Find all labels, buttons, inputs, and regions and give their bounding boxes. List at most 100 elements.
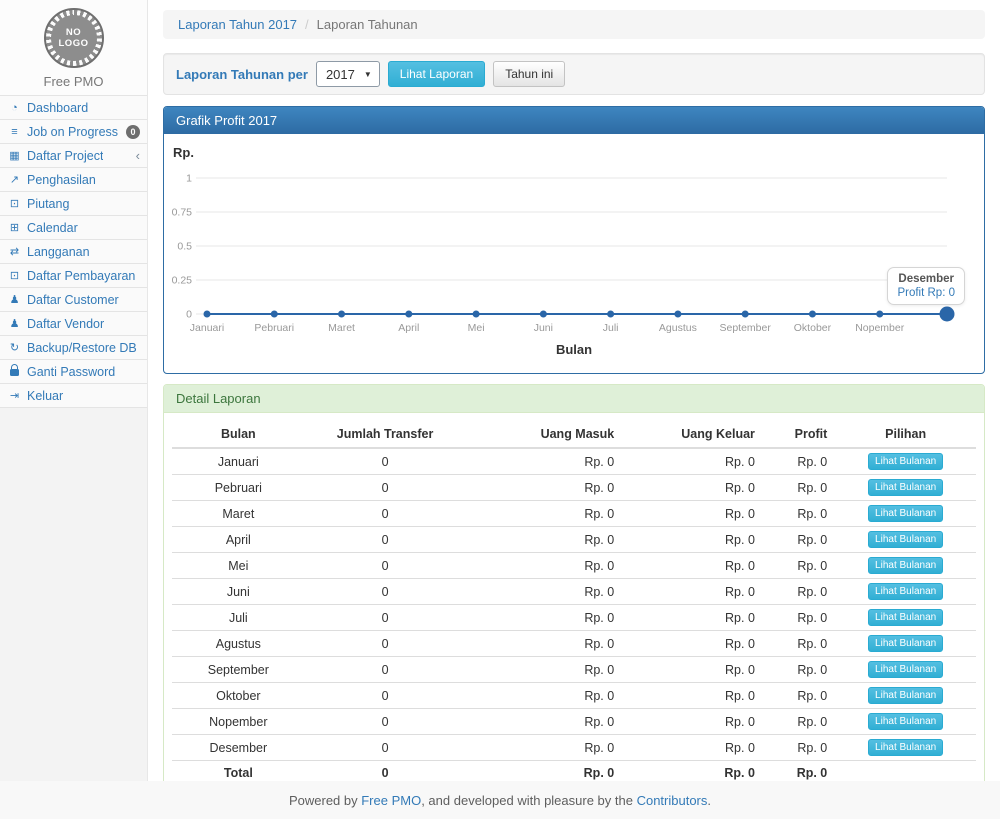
cell-uang-keluar: Rp. 0	[622, 553, 763, 579]
cell-uang-masuk: Rp. 0	[465, 605, 622, 631]
logo-text-line1: NO	[66, 27, 81, 38]
cell-profit: Rp. 0	[763, 501, 835, 527]
footer: Powered by Free PMO, and developed with …	[0, 781, 1000, 819]
cell-uang-keluar: Rp. 0	[622, 527, 763, 553]
money-icon: ⊡	[7, 197, 22, 210]
data-point-agustus[interactable]	[674, 311, 681, 318]
breadcrumb-link[interactable]: Laporan Tahun 2017	[178, 17, 297, 32]
cell-uang-keluar: Rp. 0	[622, 475, 763, 501]
cell-jumlah-transfer: 0	[305, 553, 466, 579]
lihat-bulanan-button[interactable]: Lihat Bulanan	[868, 479, 943, 496]
cell-bulan: Juni	[172, 579, 305, 605]
table-row-juni: Juni0Rp. 0Rp. 0Rp. 0Lihat Bulanan	[172, 579, 976, 605]
sidebar-item-daftar-project[interactable]: ▦Daftar Project‹	[0, 144, 147, 168]
sidebar-item-label: Keluar	[27, 389, 63, 403]
data-point-mei[interactable]	[473, 311, 480, 318]
cell-profit: Rp. 0	[763, 448, 835, 475]
data-point-maret[interactable]	[338, 311, 345, 318]
lihat-bulanan-button[interactable]: Lihat Bulanan	[868, 713, 943, 730]
cell-bulan: Januari	[172, 448, 305, 475]
column-header-pilihan: Pilihan	[835, 421, 976, 448]
sidebar-item-daftar-customer[interactable]: ♟Daftar Customer	[0, 288, 147, 312]
lihat-laporan-button[interactable]: Lihat Laporan	[388, 61, 485, 87]
cell-jumlah-transfer: 0	[305, 735, 466, 761]
table-row-september: September0Rp. 0Rp. 0Rp. 0Lihat Bulanan	[172, 657, 976, 683]
sidebar-item-label: Piutang	[27, 197, 69, 211]
cell-uang-keluar: Rp. 0	[622, 579, 763, 605]
lihat-bulanan-button[interactable]: Lihat Bulanan	[868, 531, 943, 548]
sidebar-item-ganti-password[interactable]: Ganti Password	[0, 360, 147, 384]
sidebar-item-label: Daftar Customer	[27, 293, 119, 307]
data-point-pebruari[interactable]	[271, 311, 278, 318]
x-tick-label: Agustus	[659, 322, 697, 334]
cell-uang-keluar: Rp. 0	[622, 683, 763, 709]
refresh-icon: ↻	[7, 341, 22, 354]
column-header-uang-keluar: Uang Keluar	[622, 421, 763, 448]
x-tick-label: Maret	[328, 322, 355, 334]
data-point-april[interactable]	[405, 311, 412, 318]
sidebar-item-langganan[interactable]: ⇄Langganan	[0, 240, 147, 264]
laporan-table: BulanJumlah TransferUang MasukUang Kelua…	[172, 421, 976, 785]
data-point-januari[interactable]	[204, 311, 211, 318]
column-header-uang-masuk: Uang Masuk	[465, 421, 622, 448]
table-row-mei: Mei0Rp. 0Rp. 0Rp. 0Lihat Bulanan	[172, 553, 976, 579]
no-logo-badge: NO LOGO	[44, 8, 104, 68]
y-tick-label: 0.5	[177, 241, 192, 253]
contributors-link[interactable]: Contributors	[637, 793, 708, 808]
data-point-nopember[interactable]	[876, 311, 883, 318]
lihat-bulanan-button[interactable]: Lihat Bulanan	[868, 635, 943, 652]
sidebar-item-job-on-progress[interactable]: ≡Job on Progress0	[0, 120, 147, 144]
sidebar-nav: ◔Dashboard≡Job on Progress0▦Daftar Proje…	[0, 95, 147, 408]
filter-form: Laporan Tahunan per 2017 ▼ Lihat Laporan…	[163, 53, 985, 95]
x-tick-label: September	[719, 322, 771, 334]
cell-bulan: Pebruari	[172, 475, 305, 501]
lihat-bulanan-button[interactable]: Lihat Bulanan	[868, 557, 943, 574]
cell-uang-keluar: Rp. 0	[622, 448, 763, 475]
table-row-maret: Maret0Rp. 0Rp. 0Rp. 0Lihat Bulanan	[172, 501, 976, 527]
year-select[interactable]: 2017 ▼	[316, 61, 380, 87]
cell-uang-masuk: Rp. 0	[465, 631, 622, 657]
tahun-ini-button[interactable]: Tahun ini	[493, 61, 565, 87]
data-point-oktober[interactable]	[809, 311, 816, 318]
cell-profit: Rp. 0	[763, 527, 835, 553]
count-badge: 0	[126, 125, 140, 139]
cell-bulan: Mei	[172, 553, 305, 579]
sidebar-item-piutang[interactable]: ⊡ Piutang	[0, 192, 147, 216]
table-row-desember: Desember0Rp. 0Rp. 0Rp. 0Lihat Bulanan	[172, 735, 976, 761]
lihat-bulanan-button[interactable]: Lihat Bulanan	[868, 609, 943, 626]
tooltip-title: Desember	[897, 273, 955, 285]
free-pmo-link[interactable]: Free PMO	[361, 793, 421, 808]
sidebar-item-backup-restore-db[interactable]: ↻Backup/Restore DB	[0, 336, 147, 360]
lihat-bulanan-button[interactable]: Lihat Bulanan	[868, 505, 943, 522]
sidebar-item-label: Daftar Project	[27, 149, 103, 163]
lihat-bulanan-button[interactable]: Lihat Bulanan	[868, 687, 943, 704]
sidebar-item-daftar-vendor[interactable]: ♟Daftar Vendor	[0, 312, 147, 336]
lihat-bulanan-button[interactable]: Lihat Bulanan	[868, 453, 943, 470]
data-point-september[interactable]	[742, 311, 749, 318]
column-header-bulan: Bulan	[172, 421, 305, 448]
lihat-bulanan-button[interactable]: Lihat Bulanan	[868, 583, 943, 600]
data-point-desember[interactable]	[940, 307, 955, 322]
column-header-jumlah-transfer: Jumlah Transfer	[305, 421, 466, 448]
cell-profit: Rp. 0	[763, 579, 835, 605]
sidebar-item-penghasilan[interactable]: ↗Penghasilan	[0, 168, 147, 192]
cell-uang-keluar: Rp. 0	[622, 657, 763, 683]
detail-laporan-panel: Detail Laporan BulanJumlah TransferUang …	[163, 384, 985, 794]
lihat-bulanan-button[interactable]: Lihat Bulanan	[868, 739, 943, 756]
users-icon: ♟	[7, 317, 22, 330]
sidebar-item-keluar[interactable]: ⇥Keluar	[0, 384, 147, 408]
sidebar-item-dashboard[interactable]: ◔Dashboard	[0, 96, 147, 120]
data-point-juni[interactable]	[540, 311, 547, 318]
y-tick-label: 1	[186, 173, 192, 185]
main-content: Laporan Tahun 2017 / Laporan Tahunan Lap…	[148, 0, 1000, 781]
lihat-bulanan-button[interactable]: Lihat Bulanan	[868, 661, 943, 678]
sidebar-item-label: Ganti Password	[27, 365, 115, 379]
profit-line-chart[interactable]: 10.750.50.250JanuariPebruariMaretAprilMe…	[172, 161, 976, 339]
cell-jumlah-transfer: 0	[305, 448, 466, 475]
sidebar-item-daftar-pembayaran[interactable]: ⊡Daftar Pembayaran	[0, 264, 147, 288]
sidebar-item-calendar[interactable]: ⊞Calendar	[0, 216, 147, 240]
data-point-juli[interactable]	[607, 311, 614, 318]
table-row-juli: Juli0Rp. 0Rp. 0Rp. 0Lihat Bulanan	[172, 605, 976, 631]
cell-uang-keluar: Rp. 0	[622, 735, 763, 761]
cell-profit: Rp. 0	[763, 709, 835, 735]
